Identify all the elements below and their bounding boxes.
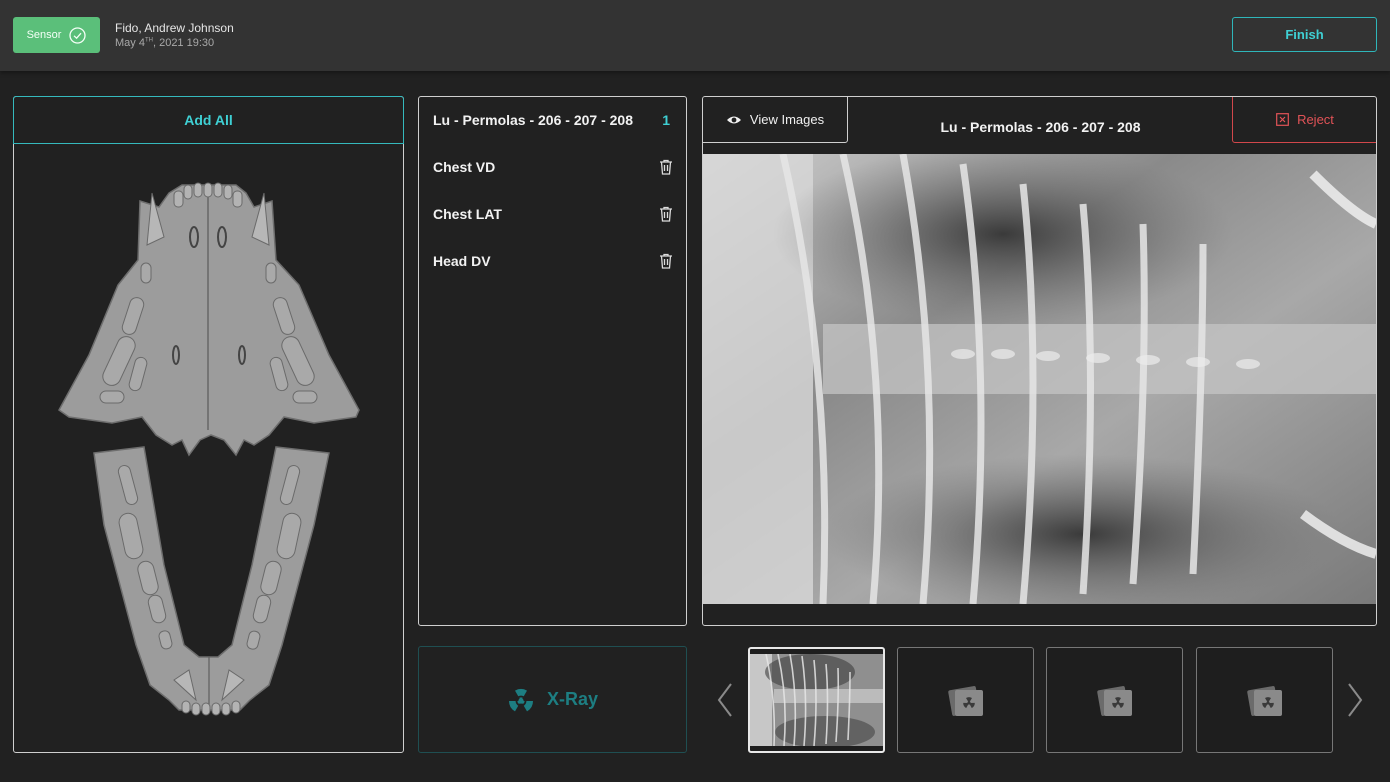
thumbnail-empty[interactable]	[1046, 647, 1183, 753]
xray-placeholder-icon	[1096, 686, 1132, 716]
thumbnail-captured[interactable]	[748, 647, 885, 753]
list-item[interactable]: Lu - Permolas - 206 - 207 - 208 1	[433, 110, 675, 130]
study-date: May 4TH, 2021 19:30	[115, 37, 215, 49]
list-item-label: Chest VD	[433, 159, 496, 175]
add-all-button[interactable]: Add All	[13, 96, 404, 144]
image-viewer-panel: View Images Lu - Permolas - 206 - 207 - …	[702, 96, 1377, 626]
check-circle-icon	[69, 26, 87, 44]
chevron-right-icon[interactable]	[1345, 682, 1365, 718]
finish-button[interactable]: Finish	[1232, 17, 1377, 52]
list-item[interactable]: Chest LAT	[433, 204, 675, 224]
sensor-status-badge[interactable]: Sensor	[13, 17, 100, 53]
list-item-label: Head DV	[433, 253, 491, 269]
dog-dental-chart[interactable]	[14, 145, 403, 752]
thumbnail-empty[interactable]	[1196, 647, 1333, 753]
xray-button-label: X-Ray	[546, 689, 599, 709]
close-box-icon	[1276, 113, 1289, 126]
reject-button[interactable]: Reject	[1232, 97, 1376, 143]
dental-chart-panel: Add All	[13, 96, 404, 753]
top-bar: Sensor Fido, Andrew Johnson May 4TH, 202…	[0, 0, 1390, 71]
radiograph-thumbnail	[750, 654, 883, 746]
xray-placeholder-icon	[1246, 686, 1282, 716]
xray-placeholder-icon	[947, 686, 983, 716]
list-item[interactable]: Chest VD	[433, 157, 675, 177]
thumbnail-empty[interactable]	[897, 647, 1034, 753]
trash-icon[interactable]	[659, 253, 673, 269]
study-list-panel: Lu - Permolas - 206 - 207 - 208 1 Chest …	[418, 96, 687, 626]
radiograph-image[interactable]	[703, 154, 1376, 604]
trash-icon[interactable]	[659, 206, 673, 222]
image-count-badge: 1	[662, 112, 670, 128]
upper-jaw	[58, 184, 360, 457]
chevron-left-icon[interactable]	[715, 682, 735, 718]
list-item-label: Lu - Permolas - 206 - 207 - 208	[433, 112, 633, 128]
list-item[interactable]: Head DV	[433, 251, 675, 271]
patient-name: Fido, Andrew Johnson	[115, 21, 234, 35]
radiation-icon	[508, 688, 533, 711]
reject-label: Reject	[1297, 112, 1334, 127]
list-item-label: Chest LAT	[433, 206, 502, 222]
sensor-label: Sensor	[26, 29, 62, 41]
xray-capture-button[interactable]: X-Ray	[418, 646, 687, 753]
trash-icon[interactable]	[659, 159, 673, 175]
